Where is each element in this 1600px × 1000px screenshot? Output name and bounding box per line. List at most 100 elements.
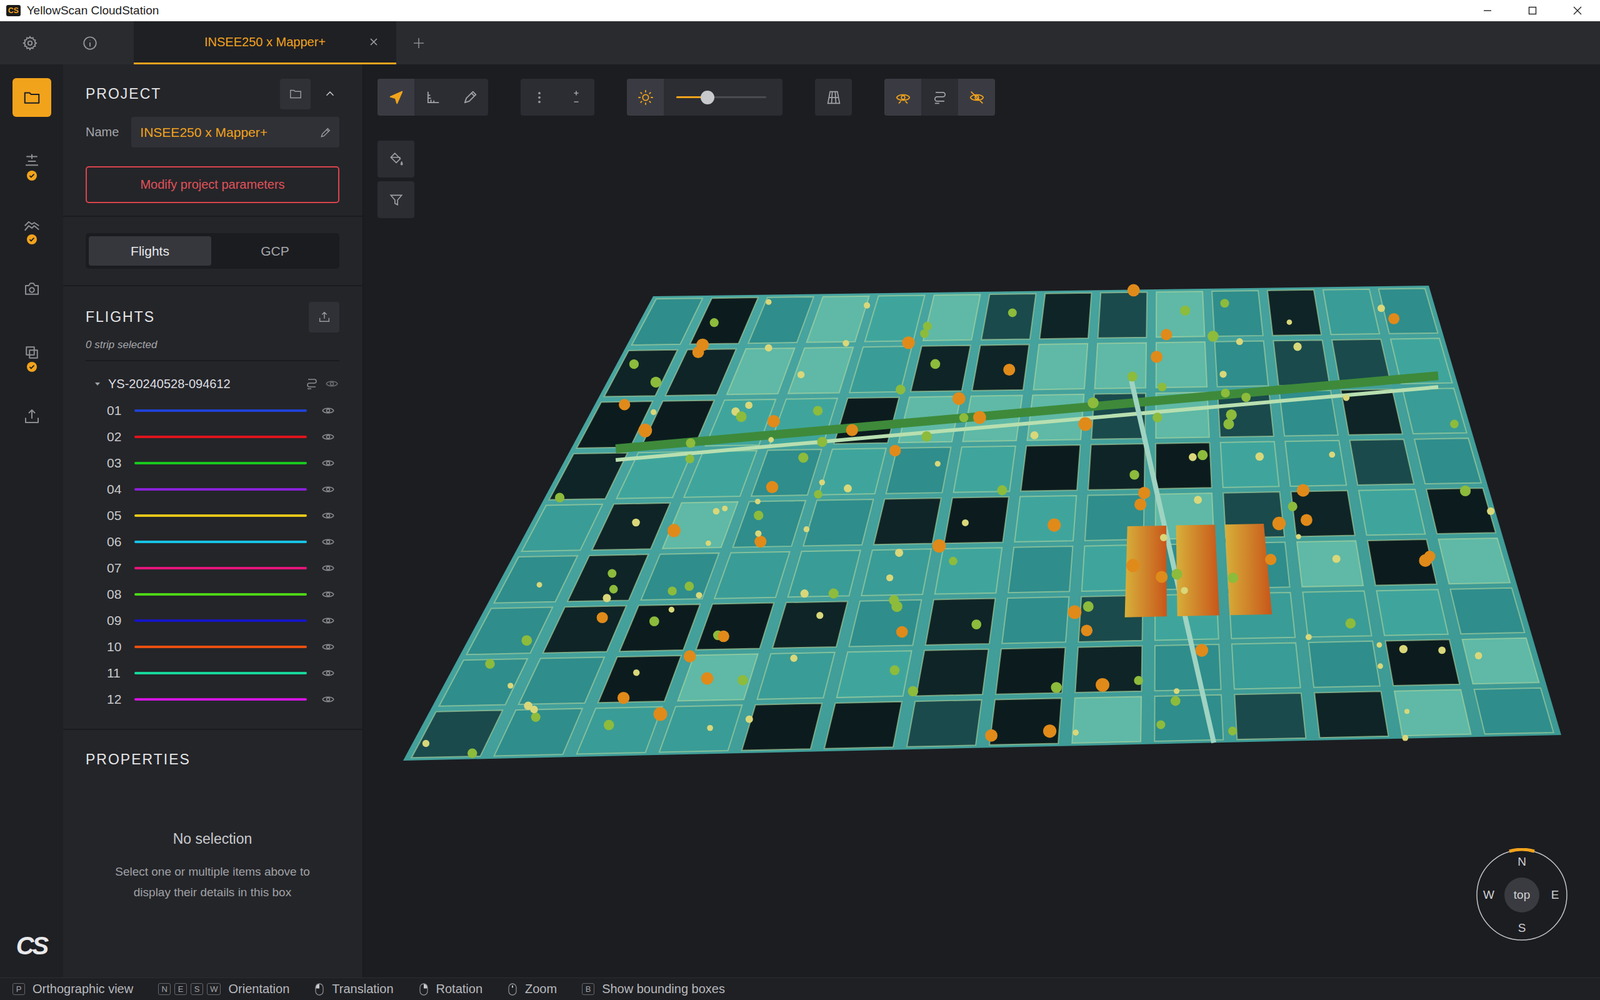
strip-row[interactable]: 04 — [85, 476, 340, 503]
view-button[interactable] — [958, 78, 995, 116]
eye-icon[interactable] — [320, 639, 336, 655]
tab-label: INSEE250 x Mapper+ — [204, 35, 326, 50]
filter-button[interactable] — [377, 181, 415, 219]
view-button[interactable] — [921, 78, 959, 116]
project-tab[interactable]: INSEE250 x Mapper+ — [133, 21, 397, 65]
compass-north[interactable]: N — [1517, 855, 1527, 869]
modify-parameters-button[interactable]: Modify project parameters — [85, 166, 340, 204]
tool-button[interactable] — [414, 78, 452, 116]
new-tab-button[interactable] — [396, 21, 442, 65]
minimize-button[interactable] — [1465, 0, 1510, 22]
upload-icon — [317, 310, 332, 324]
project-section: PROJECTNameINSEE250 x Mapper+Modify proj… — [63, 64, 363, 217]
paint-bucket-icon — [388, 151, 405, 168]
rail-item[interactable] — [12, 269, 52, 309]
rail-item[interactable] — [12, 141, 52, 181]
export-flights-button[interactable] — [308, 301, 340, 333]
color-mode-button[interactable] — [377, 140, 415, 178]
eye-icon[interactable] — [320, 455, 336, 471]
lighting-toggle[interactable] — [626, 78, 664, 116]
point-size-button[interactable] — [520, 78, 558, 116]
tool-icon — [461, 88, 479, 107]
strip-row[interactable]: 01 — [85, 397, 340, 424]
rail-item[interactable] — [12, 78, 52, 117]
point-cloud[interactable] — [363, 64, 1600, 978]
eye-icon[interactable] — [320, 613, 336, 629]
tool-button[interactable] — [377, 78, 415, 116]
close-window-button[interactable] — [1555, 0, 1600, 22]
strip-row[interactable]: 06 — [85, 528, 340, 555]
lighting-slider[interactable] — [663, 78, 783, 116]
rail-item[interactable] — [12, 205, 52, 245]
strip-row[interactable]: 05 — [85, 502, 340, 529]
eye-icon[interactable] — [320, 534, 336, 550]
mouse-icon — [418, 982, 429, 997]
shortcut-hint: Rotation — [418, 981, 484, 997]
plus-minus-icon — [567, 88, 585, 107]
collapse-button[interactable] — [320, 84, 340, 104]
properties-section: PROPERTIESNo selectionSelect one or mult… — [63, 730, 363, 978]
strip-row[interactable]: 10 — [85, 633, 340, 660]
lighting-group — [626, 78, 783, 116]
hint-label: Rotation — [436, 981, 484, 997]
open-folder-button[interactable] — [280, 78, 311, 110]
eye-icon[interactable] — [320, 403, 336, 419]
view-button[interactable] — [884, 78, 922, 116]
eye-icon[interactable] — [320, 481, 336, 497]
eye-icon[interactable] — [320, 586, 336, 602]
strip-row[interactable]: 03 — [85, 450, 340, 477]
shortcut-hint: Zoom — [507, 981, 557, 997]
strip-label: 11 — [106, 665, 126, 681]
eye-icon[interactable] — [320, 691, 336, 707]
eye-icon[interactable] — [320, 429, 336, 445]
compass[interactable]: N S W Etop — [1475, 848, 1569, 942]
strip-row[interactable]: 07 — [85, 555, 340, 582]
segment-button[interactable]: Flights — [88, 236, 212, 266]
tool-button[interactable] — [451, 78, 489, 116]
strip-row[interactable]: 02 — [85, 423, 340, 450]
compass-west[interactable]: W — [1483, 888, 1495, 902]
status-bar: POrthographic viewNESWOrientationTransla… — [0, 977, 1600, 1000]
gear-icon — [21, 35, 39, 52]
3d-viewport[interactable]: N S W Etop — [363, 64, 1600, 978]
rail-item[interactable] — [12, 333, 52, 372]
flight-group[interactable]: YS-20240528-094612 — [85, 370, 340, 398]
project-actions — [280, 78, 340, 110]
strip-row[interactable]: 11 — [85, 660, 340, 687]
slider-knob[interactable] — [700, 90, 715, 105]
strip-color — [134, 409, 307, 412]
view-switch: FlightsGCP — [85, 233, 340, 269]
zoom-step-button[interactable] — [557, 78, 595, 116]
strip-row[interactable]: 12 — [85, 686, 340, 713]
empty-state: No selectionSelect one or multiple items… — [85, 830, 340, 903]
empty-title: No selection — [85, 830, 340, 848]
caret-icon[interactable] — [93, 379, 102, 389]
pencil-icon[interactable] — [319, 126, 332, 139]
eye-icon[interactable] — [320, 560, 336, 576]
strip-color — [134, 698, 307, 701]
done-badge — [26, 170, 37, 181]
shortcut-hint: BShow bounding boxes — [581, 981, 725, 997]
strip-label: 01 — [106, 403, 126, 419]
strip-row[interactable]: 08 — [85, 581, 340, 608]
rail-item[interactable] — [12, 396, 52, 436]
maximize-button[interactable] — [1510, 0, 1555, 22]
minimize-icon — [1481, 5, 1494, 17]
info-button[interactable] — [60, 21, 120, 65]
side-tools — [363, 115, 415, 219]
name-field[interactable]: INSEE250 x Mapper+ — [131, 116, 340, 148]
compass-south[interactable]: S — [1518, 921, 1527, 935]
visibility-icon[interactable] — [324, 376, 340, 392]
settings-button[interactable] — [0, 21, 60, 65]
grid-button[interactable] — [815, 78, 852, 116]
view-icon — [931, 88, 949, 107]
strip-row[interactable]: 09 — [85, 607, 340, 634]
eye-icon[interactable] — [320, 508, 336, 524]
close-tab-icon[interactable] — [367, 35, 380, 49]
segment-button[interactable]: GCP — [213, 236, 337, 266]
compass-east[interactable]: E — [1551, 888, 1560, 902]
compass-top-view[interactable]: top — [1513, 888, 1530, 902]
check-icon — [28, 363, 36, 371]
eye-icon[interactable] — [320, 665, 336, 681]
trajectory-icon[interactable] — [304, 376, 320, 392]
